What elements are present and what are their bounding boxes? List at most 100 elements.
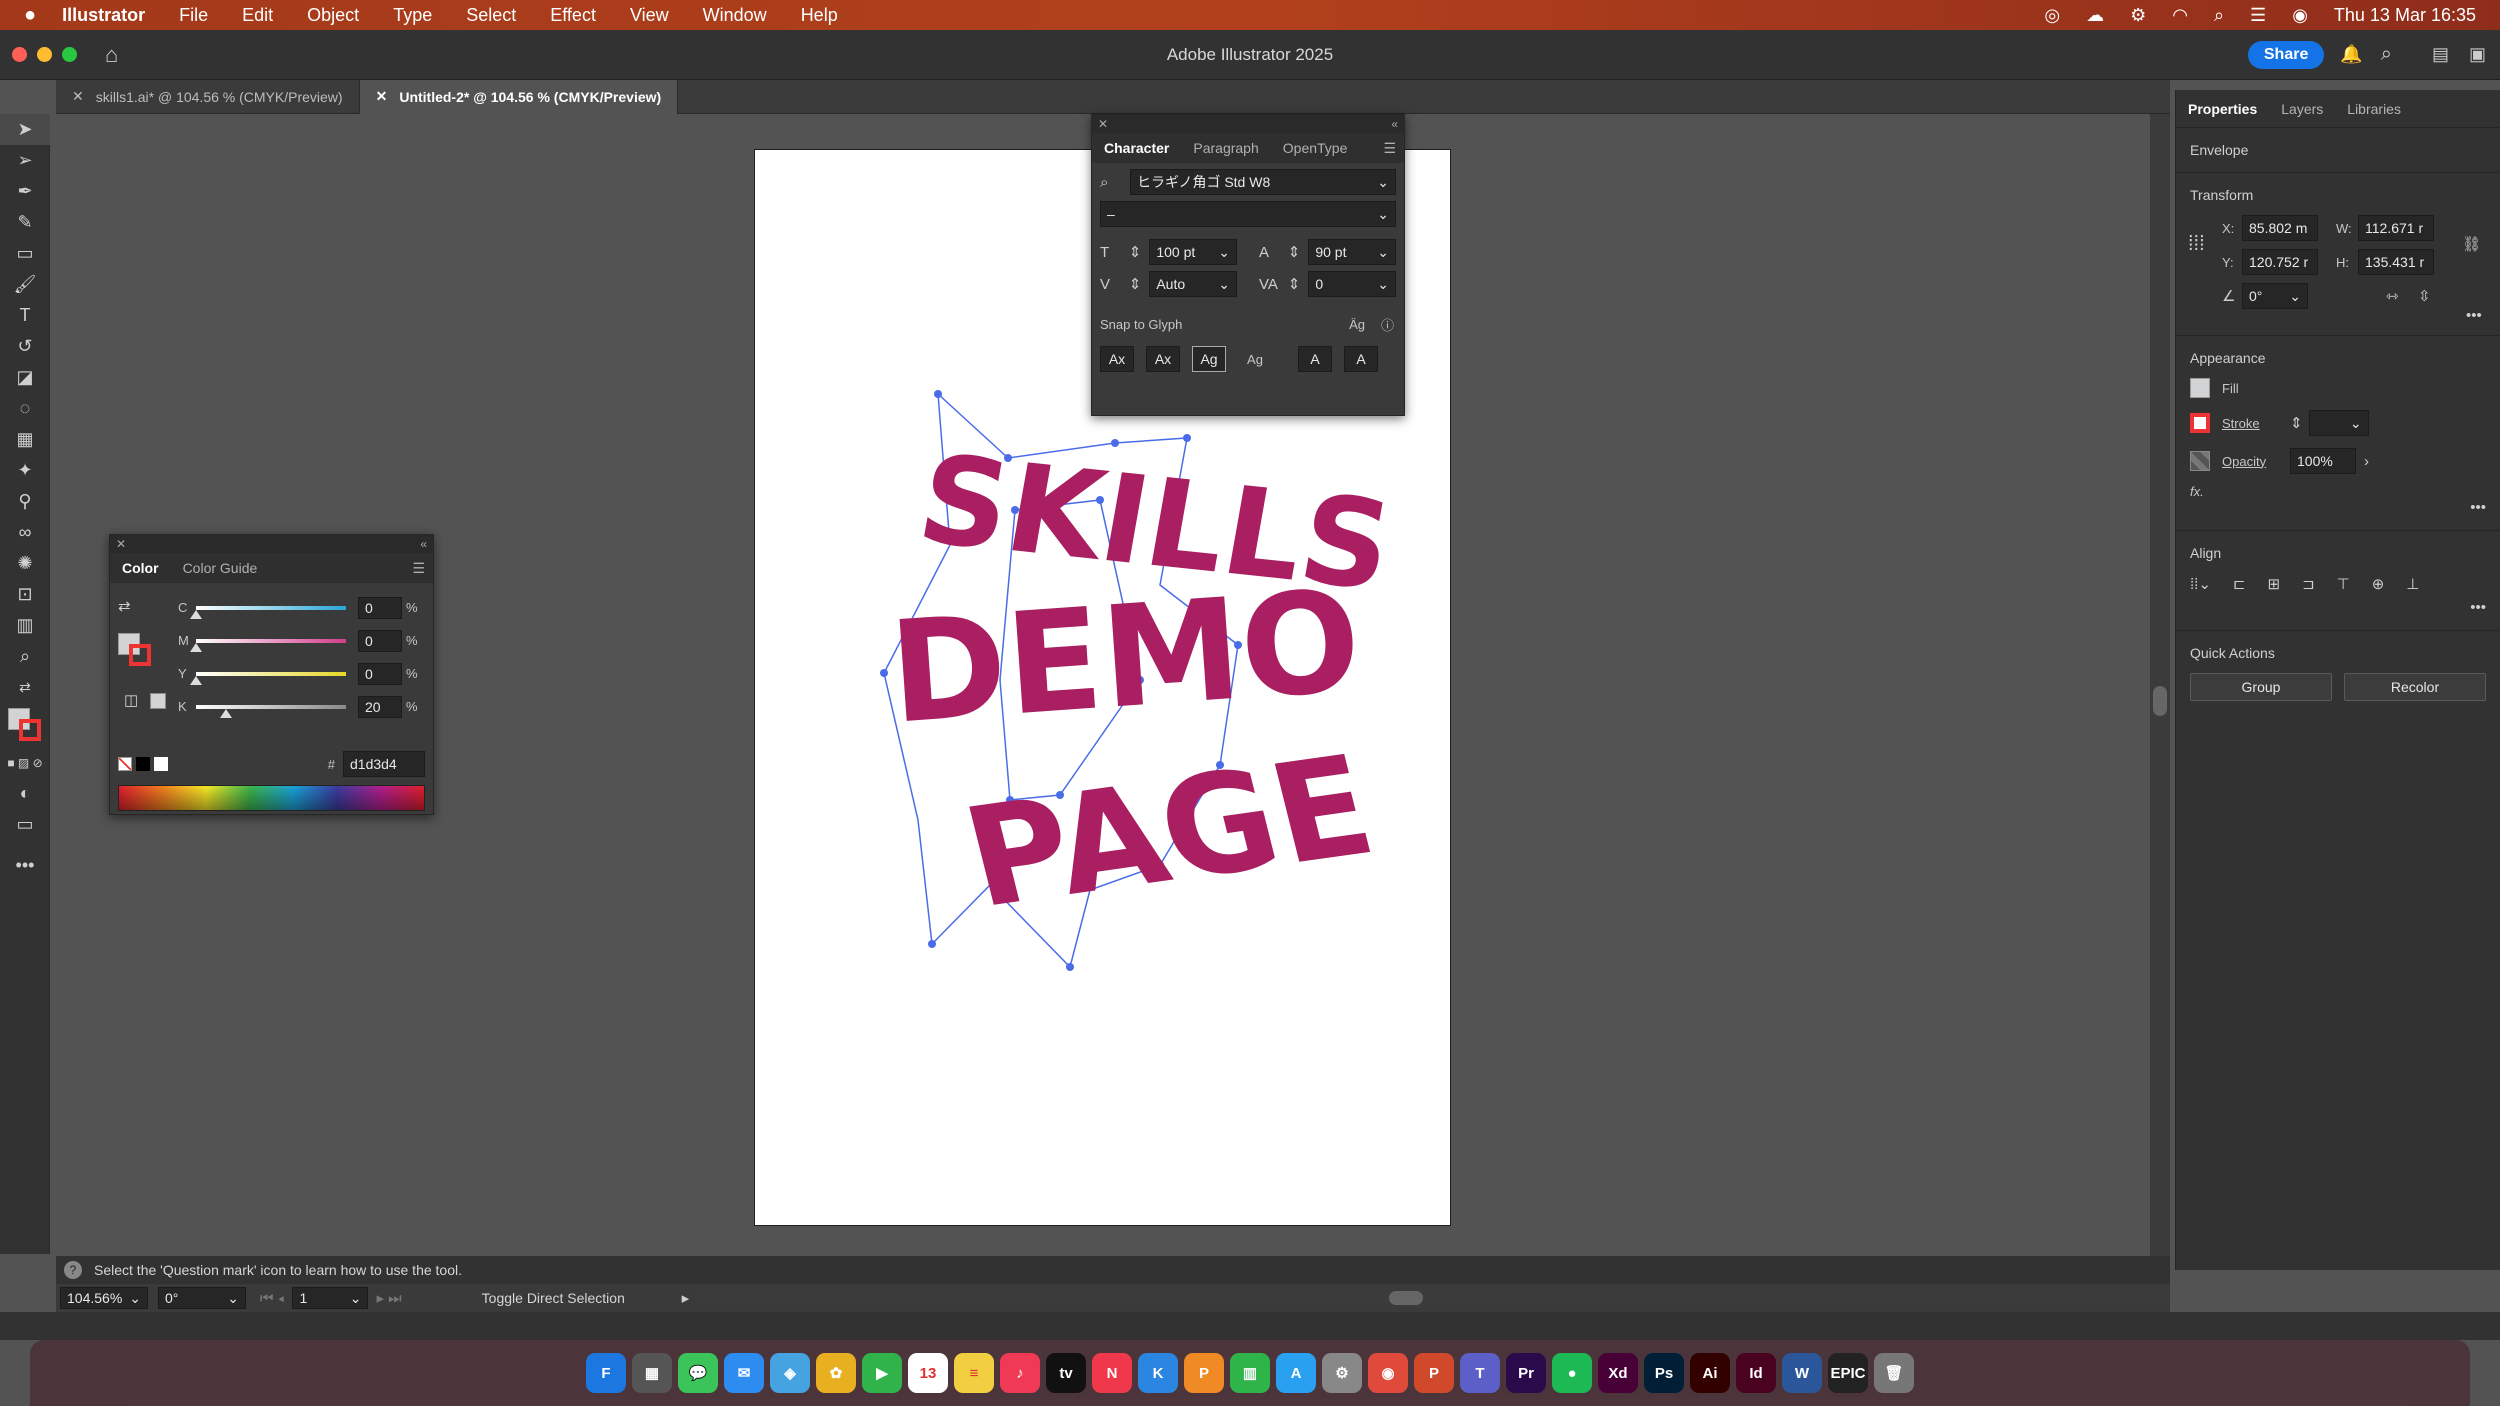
dock-photoshop-icon[interactable]: Ps [1644, 1353, 1684, 1393]
scroll-thumb[interactable] [2153, 686, 2167, 716]
rectangle-tool-icon[interactable]: ▭ [0, 238, 50, 269]
selection-tool-icon[interactable]: ➤ [0, 114, 50, 145]
channel-slider[interactable] [196, 704, 346, 718]
dock-numbers-icon[interactable]: ▥ [1230, 1353, 1270, 1393]
symbol-sprayer-icon[interactable]: ✺ [0, 548, 50, 579]
menu-view[interactable]: View [630, 5, 669, 26]
tool-status[interactable]: Toggle Direct Selection [482, 1290, 682, 1306]
panel-menu-icon[interactable]: ☰ [412, 560, 425, 577]
scroll-thumb[interactable] [1389, 1291, 1424, 1305]
notifications-icon[interactable]: 🔔 [2340, 44, 2362, 65]
slider-thumb[interactable] [190, 609, 202, 619]
font-search-icon[interactable]: ⌕ [1100, 174, 1130, 191]
slider-thumb[interactable] [220, 708, 232, 718]
fill-stroke-mini[interactable] [118, 633, 154, 669]
slider-thumb[interactable] [190, 642, 202, 652]
opacity-field[interactable]: 100% [2290, 448, 2356, 474]
spotlight-icon[interactable]: ⌕ [2214, 5, 2224, 26]
app-menu[interactable]: Illustrator [62, 5, 145, 26]
doc-tab-untitled-2[interactable]: ✕ Untitled-2* @ 104.56 % (CMYK/Preview) [359, 79, 679, 114]
info-icon[interactable]: ⓘ [1381, 315, 1394, 334]
channel-value-field[interactable]: 0 [358, 596, 402, 619]
tab-color-guide[interactable]: Color Guide [171, 553, 270, 583]
menu-window[interactable]: Window [703, 5, 767, 26]
tab-opentype[interactable]: OpenType [1271, 133, 1360, 163]
search-icon[interactable]: ⌕ [2381, 43, 2392, 66]
dock-calendar-icon[interactable]: 13 [908, 1353, 948, 1393]
graph-tool-icon[interactable]: ▥ [0, 610, 50, 641]
snap-glyph-bounds-icon[interactable]: Ag [1192, 346, 1226, 372]
align-top-icon[interactable]: ⊤ [2337, 575, 2350, 593]
dock-epic-icon[interactable]: EPIC [1828, 1353, 1868, 1393]
share-button[interactable]: Share [2247, 40, 2325, 69]
dock-photos-icon[interactable]: ✿ [816, 1353, 856, 1393]
eyedropper-tool-icon[interactable]: ⚲ [0, 486, 50, 517]
clock[interactable]: Thu 13 Mar 16:35 [2334, 5, 2476, 26]
dock-chrome-icon[interactable]: ◉ [1368, 1353, 1408, 1393]
collapse-panel-icon[interactable]: « [420, 537, 427, 551]
menu-help[interactable]: Help [801, 5, 838, 26]
dock-keynote-icon[interactable]: K [1138, 1353, 1178, 1393]
adobe-icon[interactable]: ⚙ [2130, 5, 2146, 26]
tracking-field[interactable]: 0 ⌄ [1308, 271, 1396, 297]
dock-illustrator-icon[interactable]: Ai [1690, 1353, 1730, 1393]
gradient-tool-icon[interactable]: ▦ [0, 424, 50, 455]
stroke-label[interactable]: Stroke [2222, 416, 2290, 431]
dock-maps-icon[interactable]: ◈ [770, 1353, 810, 1393]
stepper-icon[interactable]: ⇕ [2290, 414, 2303, 432]
dock-finder-icon[interactable]: F [586, 1353, 626, 1393]
artboard-number-field[interactable]: 1 ⌄ [292, 1287, 369, 1309]
status-menu-icon[interactable]: ▸ [682, 1289, 690, 1307]
channel-value-field[interactable]: 0 [358, 662, 402, 685]
align-bottom-icon[interactable]: ⊥ [2406, 575, 2419, 593]
dock-indesign-icon[interactable]: Id [1736, 1353, 1776, 1393]
h-field[interactable]: 135.431 r [2358, 249, 2434, 275]
rotation-field[interactable]: 0° ⌄ [158, 1287, 246, 1309]
align-left-icon[interactable]: ⊏ [2233, 575, 2246, 593]
gamut-cube-icon[interactable]: ◫ [124, 691, 138, 709]
dock-notes-icon[interactable]: ≡ [954, 1353, 994, 1393]
workspace-icon[interactable]: ▤ [2432, 44, 2449, 65]
stroke-swatch[interactable] [2190, 413, 2210, 433]
font-family-select[interactable]: ヒラギノ角ゴ Std W8 ⌄ [1130, 169, 1396, 195]
channel-slider[interactable] [190, 605, 346, 619]
menu-type[interactable]: Type [393, 5, 432, 26]
flip-vertical-icon[interactable]: ⇳ [2418, 287, 2431, 305]
align-center-v-icon[interactable]: ⊕ [2372, 575, 2385, 593]
close-panel-icon[interactable]: ✕ [116, 537, 126, 551]
stepper-icon[interactable]: ⇕ [1288, 243, 1301, 261]
dock-tv-icon[interactable]: tv [1046, 1353, 1086, 1393]
dock-launchpad-icon[interactable]: ▦ [632, 1353, 672, 1393]
home-icon[interactable]: ⌂ [105, 42, 118, 68]
menu-effect[interactable]: Effect [550, 5, 596, 26]
chevron-right-icon[interactable]: › [2364, 453, 2369, 470]
dock-powerpoint-icon[interactable]: P [1414, 1353, 1454, 1393]
slider-thumb[interactable] [190, 675, 202, 685]
font-size-field[interactable]: 100 pt ⌄ [1149, 239, 1237, 265]
menu-file[interactable]: File [179, 5, 208, 26]
swap-icon[interactable]: ⇄ [118, 597, 131, 615]
glyph-guides-icon[interactable]: Äg [1349, 317, 1365, 332]
more-options-icon[interactable]: ••• [2470, 499, 2486, 516]
dock-settings-icon[interactable]: ⚙ [1322, 1353, 1362, 1393]
artboard-nav-prev-icon[interactable]: ⏮ ◂ [260, 1290, 284, 1307]
recolor-button[interactable]: Recolor [2344, 673, 2486, 701]
color-mode-icons[interactable]: ■ ▨ ⊘ [0, 747, 50, 778]
dock-music-icon[interactable]: ♪ [1000, 1353, 1040, 1393]
fill-stroke-swatch[interactable] [0, 703, 50, 747]
curvature-tool-icon[interactable]: ✎ [0, 207, 50, 238]
type-tool-icon[interactable]: T [0, 300, 50, 331]
y-field[interactable]: 120.752 r [2242, 249, 2318, 275]
tab-paragraph[interactable]: Paragraph [1181, 133, 1270, 163]
kerning-field[interactable]: Auto ⌄ [1149, 271, 1237, 297]
x-field[interactable]: 85.802 m [2242, 215, 2318, 241]
tab-color[interactable]: Color [110, 553, 171, 583]
constrain-proportions-icon[interactable]: ⛓ [2462, 235, 2481, 253]
angle-field[interactable]: 0° ⌄ [2242, 283, 2308, 309]
leading-field[interactable]: 90 pt ⌄ [1308, 239, 1396, 265]
snap-anchor-icon[interactable]: A [1344, 346, 1378, 372]
dock-appstore-icon[interactable]: A [1276, 1353, 1316, 1393]
tab-libraries[interactable]: Libraries [2335, 101, 2413, 117]
doc-tab-skills1[interactable]: ✕ skills1.ai* @ 104.56 % (CMYK/Preview) [56, 79, 360, 114]
websafe-swatch[interactable] [150, 693, 166, 709]
